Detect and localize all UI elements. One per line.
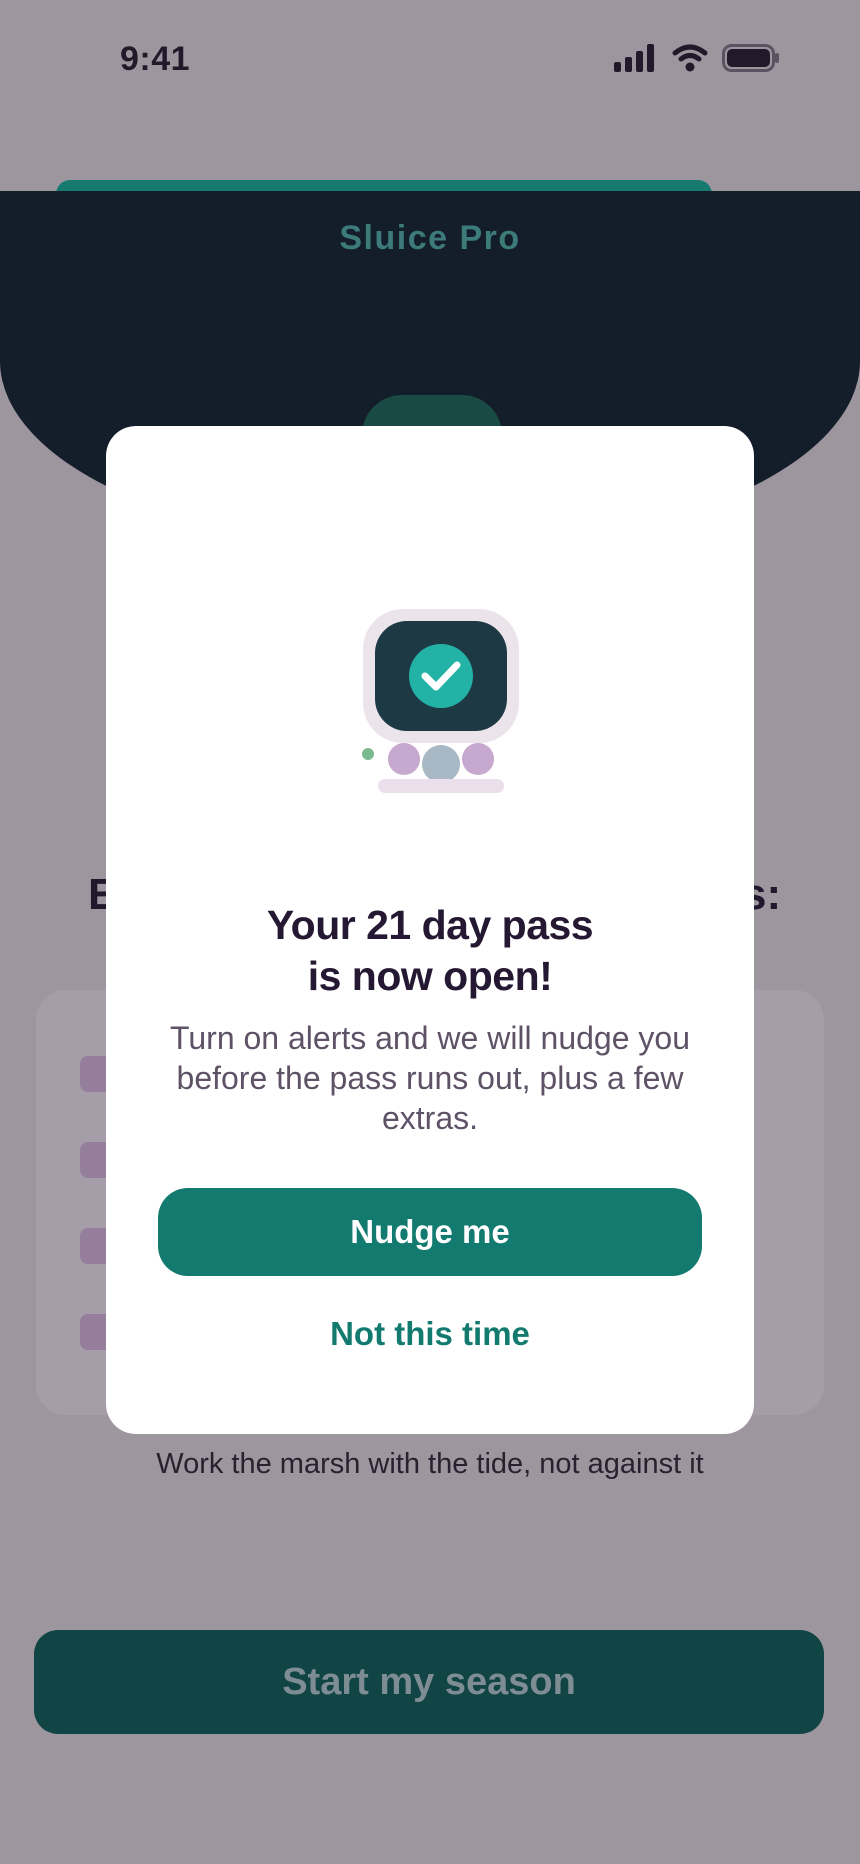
- modal-body: Turn on alerts and we will nudge you bef…: [170, 1020, 690, 1136]
- status-time: 9:41: [120, 40, 191, 78]
- modal-title: Your 21 day pass is now open!: [106, 900, 754, 1002]
- not-this-time-button[interactable]: Not this time: [158, 1302, 702, 1366]
- start-season-button[interactable]: Start my season: [34, 1630, 824, 1734]
- battery-icon: [722, 44, 779, 72]
- wifi-icon: [672, 44, 708, 72]
- tagline: Work the marsh with the tide, not agains…: [156, 1448, 704, 1480]
- nudge-me-button[interactable]: Nudge me: [158, 1188, 702, 1276]
- check-icon: [409, 644, 473, 708]
- hero-title: Sluice Pro: [339, 219, 521, 257]
- cellular-signal-icon: [614, 44, 654, 72]
- modal-title-line1: Your 21 day pass: [266, 902, 594, 948]
- modal-title-line2: is now open!: [307, 953, 553, 999]
- pass-illustration: [362, 609, 519, 793]
- pass-opened-modal: Your 21 day pass is now open! Turn on al…: [106, 426, 754, 1434]
- status-icons: [614, 44, 780, 72]
